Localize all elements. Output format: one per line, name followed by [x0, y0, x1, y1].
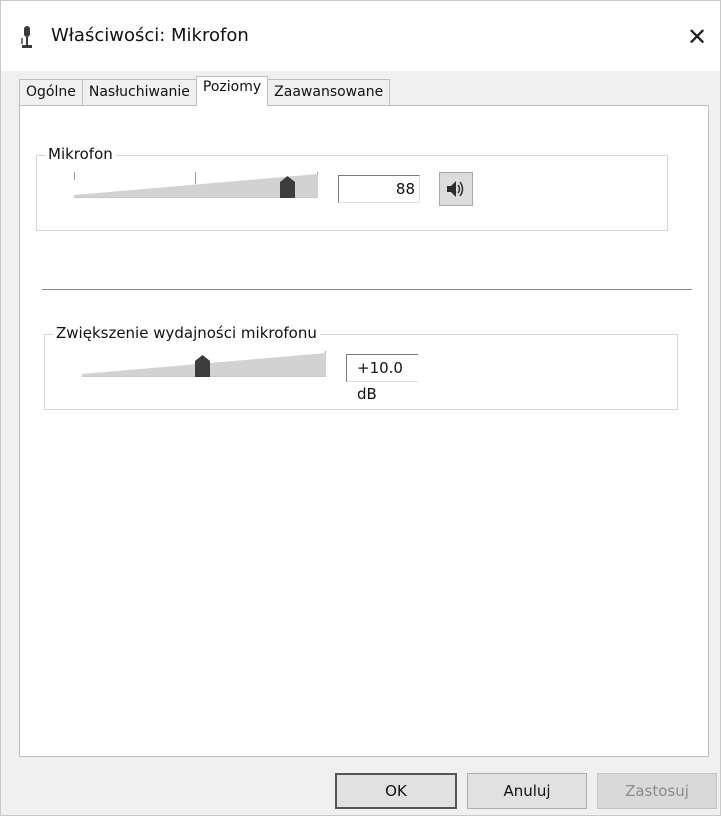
cancel-button[interactable]: Anuluj: [467, 773, 587, 809]
title-bar: Właściwości: Mikrofon ✕: [1, 1, 720, 71]
boost-slider-thumb[interactable]: [195, 355, 210, 377]
boost-group: Zwiększenie wydajności mikrofonu +10.0 d…: [44, 324, 678, 410]
close-icon: ✕: [686, 23, 708, 51]
close-button[interactable]: ✕: [674, 19, 720, 55]
ok-button[interactable]: OK: [335, 773, 457, 809]
apply-button[interactable]: Zastosuj: [597, 773, 717, 809]
microphone-level-value[interactable]: 88: [338, 175, 420, 203]
section-divider: [42, 289, 692, 290]
microphone-icon: [19, 25, 35, 51]
tab-general[interactable]: Ogólne: [19, 79, 83, 105]
tab-listen[interactable]: Nasłuchiwanie: [81, 79, 197, 105]
tab-advanced[interactable]: Zaawansowane: [267, 79, 391, 105]
tab-strip: Ogólne Nasłuchiwanie Poziomy Zaawansowan…: [19, 76, 391, 106]
microphone-slider-thumb[interactable]: [280, 176, 295, 198]
speaker-icon: [447, 181, 464, 197]
boost-slider[interactable]: [82, 347, 326, 377]
tab-levels[interactable]: Poziomy: [195, 76, 269, 106]
mute-button[interactable]: [439, 172, 473, 206]
window-title: Właściwości: Mikrofon: [51, 25, 249, 46]
microphone-volume-slider[interactable]: [74, 168, 318, 198]
boost-group-label: Zwiększenie wydajności mikrofonu: [53, 324, 320, 342]
levels-panel: Mikrofon 88 Zwiększenie wydajności mikro…: [19, 105, 709, 757]
properties-dialog: Właściwości: Mikrofon ✕ Ogólne Nasłuchiw…: [0, 0, 721, 816]
microphone-group-label: Mikrofon: [45, 145, 116, 163]
boost-level-value[interactable]: +10.0 dB: [346, 354, 418, 403]
microphone-group: Mikrofon 88: [36, 145, 668, 231]
